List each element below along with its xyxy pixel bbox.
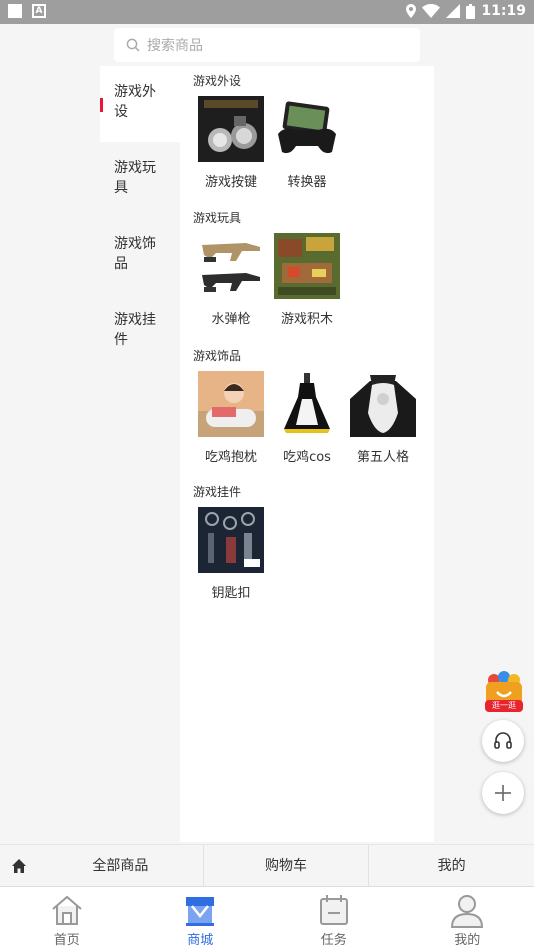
keychain-image bbox=[198, 507, 264, 573]
cart-link[interactable]: 购物车 bbox=[202, 844, 369, 887]
wifi-icon bbox=[422, 4, 441, 18]
home-icon bbox=[12, 858, 26, 873]
product-item[interactable]: 钥匙扣 bbox=[196, 507, 266, 601]
search-input[interactable]: 搜索商品 bbox=[114, 28, 420, 62]
product-item[interactable]: 吃鸡cos bbox=[272, 371, 342, 465]
category-item-toys[interactable]: 游戏玩具 bbox=[100, 142, 180, 218]
product-item[interactable]: 游戏积木 bbox=[272, 233, 342, 327]
pillow-image bbox=[198, 371, 264, 437]
category-content: 游戏外设 游戏按键 转换器 游戏玩具 水弹枪 游戏积木 游戏饰品 吃鸡抱枕 吃鸡… bbox=[180, 66, 434, 842]
product-item[interactable]: 第五人格 bbox=[348, 371, 418, 465]
product-item[interactable]: 游戏按键 bbox=[196, 96, 266, 190]
tab-tasks[interactable]: 任务 bbox=[267, 887, 401, 950]
gamepad-converter-image bbox=[274, 96, 340, 162]
tab-profile[interactable]: 我的 bbox=[401, 887, 534, 950]
search-placeholder: 搜索商品 bbox=[147, 38, 203, 54]
plus-icon bbox=[495, 785, 511, 801]
all-products-link[interactable]: 全部商品 bbox=[38, 845, 203, 887]
cosplay-dress-image bbox=[274, 371, 340, 437]
promo-button[interactable]: 逛一逛 bbox=[483, 670, 525, 714]
product-item[interactable]: 吃鸡抱枕 bbox=[196, 371, 266, 465]
tab-mall[interactable]: 商城 bbox=[134, 887, 268, 950]
product-item[interactable]: 转换器 bbox=[272, 96, 342, 190]
app-notification-icon: A bbox=[32, 4, 46, 18]
location-icon bbox=[406, 4, 417, 18]
signal-icon bbox=[446, 4, 461, 18]
identity-v-figure-image bbox=[350, 371, 416, 437]
section-title: 游戏玩具 bbox=[193, 211, 242, 225]
shop-home-button[interactable] bbox=[0, 845, 38, 887]
promo-label: 逛一逛 bbox=[492, 701, 516, 710]
section-title: 游戏饰品 bbox=[193, 349, 242, 363]
tab-home[interactable]: 首页 bbox=[0, 887, 134, 950]
game-buttons-image bbox=[198, 96, 264, 162]
status-time: 11:19 bbox=[481, 3, 526, 19]
headset-icon bbox=[494, 732, 512, 749]
notification-icon bbox=[8, 4, 22, 18]
status-notifications: A bbox=[8, 4, 46, 18]
shop-subnav: 全部商品 购物车 我的 bbox=[0, 844, 534, 887]
my-shop-link[interactable]: 我的 bbox=[368, 844, 534, 887]
profile-icon bbox=[451, 895, 484, 928]
building-blocks-image bbox=[274, 233, 340, 299]
battery-icon bbox=[466, 3, 476, 19]
category-item-pendants[interactable]: 游戏挂件 bbox=[100, 294, 180, 370]
task-icon bbox=[319, 895, 348, 925]
water-gun-image bbox=[198, 233, 264, 299]
add-button[interactable] bbox=[482, 772, 524, 814]
category-item-peripherals[interactable]: 游戏外设 bbox=[100, 66, 180, 142]
section-title: 游戏挂件 bbox=[193, 485, 242, 499]
bottom-tabbar: 首页 商城 任务 我的 bbox=[0, 886, 534, 950]
status-bar: A 11:19 bbox=[0, 0, 534, 24]
home-icon bbox=[52, 895, 82, 925]
category-item-accessories[interactable]: 游戏饰品 bbox=[100, 218, 180, 294]
category-sidebar: 游戏外设 游戏玩具 游戏饰品 游戏挂件 bbox=[100, 66, 180, 842]
customer-service-button[interactable] bbox=[482, 720, 524, 762]
section-title: 游戏外设 bbox=[193, 74, 242, 88]
mall-icon bbox=[186, 897, 215, 926]
product-item[interactable]: 水弹枪 bbox=[196, 233, 266, 327]
search-icon bbox=[126, 38, 140, 52]
